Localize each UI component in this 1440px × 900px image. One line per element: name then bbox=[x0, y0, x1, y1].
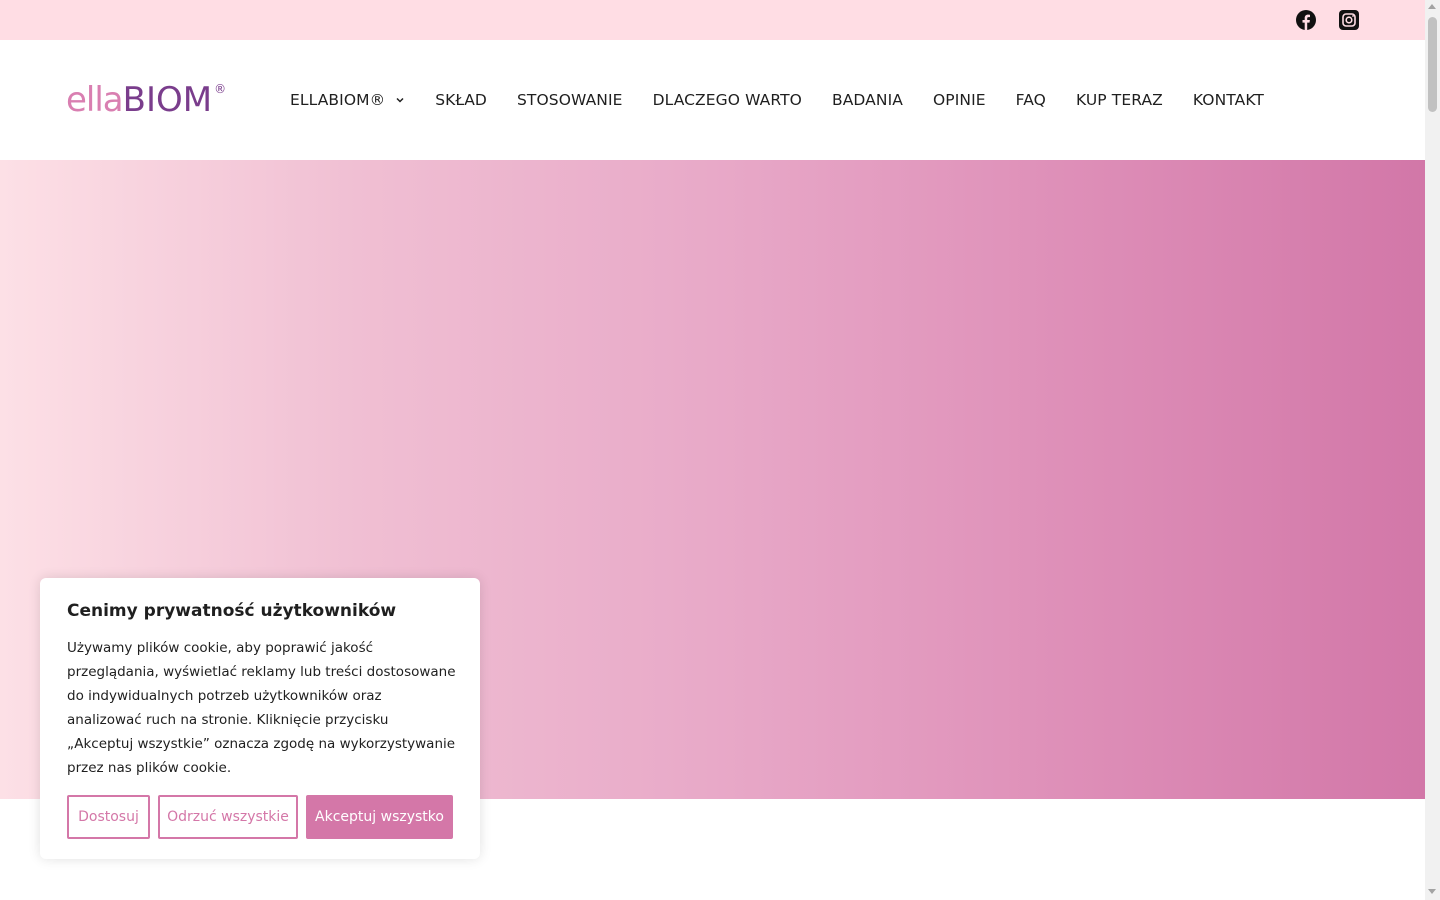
nav-item-label: STOSOWANIE bbox=[516, 91, 623, 109]
nav-item-label: DLACZEGO WARTO bbox=[652, 91, 802, 109]
facebook-icon[interactable] bbox=[1296, 10, 1316, 30]
page-scrollbar[interactable] bbox=[1425, 0, 1440, 900]
nav-item-label: KONTAKT bbox=[1192, 91, 1264, 109]
nav-item-label: OPINIE bbox=[932, 91, 986, 109]
scrollbar-thumb[interactable] bbox=[1428, 17, 1437, 112]
nav-item-label: ELLABIOM® bbox=[290, 91, 386, 109]
nav-item-faq[interactable]: FAQ bbox=[1016, 91, 1046, 109]
instagram-icon[interactable] bbox=[1339, 10, 1359, 30]
accept-all-button[interactable]: Akceptuj wszystko bbox=[306, 795, 453, 839]
scroll-up-arrow-icon[interactable] bbox=[1428, 4, 1436, 9]
logo-text-ella: ella bbox=[66, 80, 124, 120]
reject-all-button[interactable]: Odrzuć wszystkie bbox=[158, 795, 298, 839]
cookie-consent-banner: Cenimy prywatność użytkowników Używamy p… bbox=[40, 578, 480, 859]
cookie-description: Używamy plików cookie, aby poprawić jako… bbox=[67, 640, 456, 776]
site-header: ella BIOM ® ELLABIOM® SKŁAD STOSOWANIE D… bbox=[0, 40, 1425, 160]
nav-item-sklad[interactable]: SKŁAD bbox=[435, 91, 487, 109]
scroll-down-arrow-icon[interactable] bbox=[1428, 889, 1436, 894]
nav-item-label: BADANIA bbox=[831, 91, 903, 109]
nav-item-label: SKŁAD bbox=[435, 91, 487, 109]
nav-item-badania[interactable]: BADANIA bbox=[832, 91, 903, 109]
nav-item-dlaczego-warto[interactable]: DLACZEGO WARTO bbox=[653, 91, 802, 109]
nav-item-stosowanie[interactable]: STOSOWANIE bbox=[517, 91, 623, 109]
nav-item-kup-teraz[interactable]: KUP TERAZ bbox=[1076, 91, 1163, 109]
top-bar bbox=[0, 0, 1425, 40]
site-logo[interactable]: ella BIOM ® bbox=[66, 80, 226, 120]
logo-registered-mark: ® bbox=[214, 82, 227, 96]
nav-item-ellabiom[interactable]: ELLABIOM® bbox=[290, 91, 405, 109]
cookie-title: Cenimy prywatność użytkowników bbox=[67, 601, 397, 621]
chevron-down-icon bbox=[396, 97, 404, 103]
customize-button[interactable]: Dostosuj bbox=[67, 795, 150, 839]
nav-item-kontakt[interactable]: KONTAKT bbox=[1193, 91, 1264, 109]
nav-item-label: KUP TERAZ bbox=[1075, 91, 1163, 109]
main-nav: ELLABIOM® SKŁAD STOSOWANIE DLACZEGO WART… bbox=[290, 90, 1264, 110]
nav-item-label: FAQ bbox=[1015, 91, 1046, 109]
cookie-actions: Dostosuj Odrzuć wszystkie Akceptuj wszys… bbox=[67, 795, 453, 839]
nav-item-opinie[interactable]: OPINIE bbox=[933, 91, 986, 109]
logo-text-biom: BIOM bbox=[122, 80, 213, 120]
